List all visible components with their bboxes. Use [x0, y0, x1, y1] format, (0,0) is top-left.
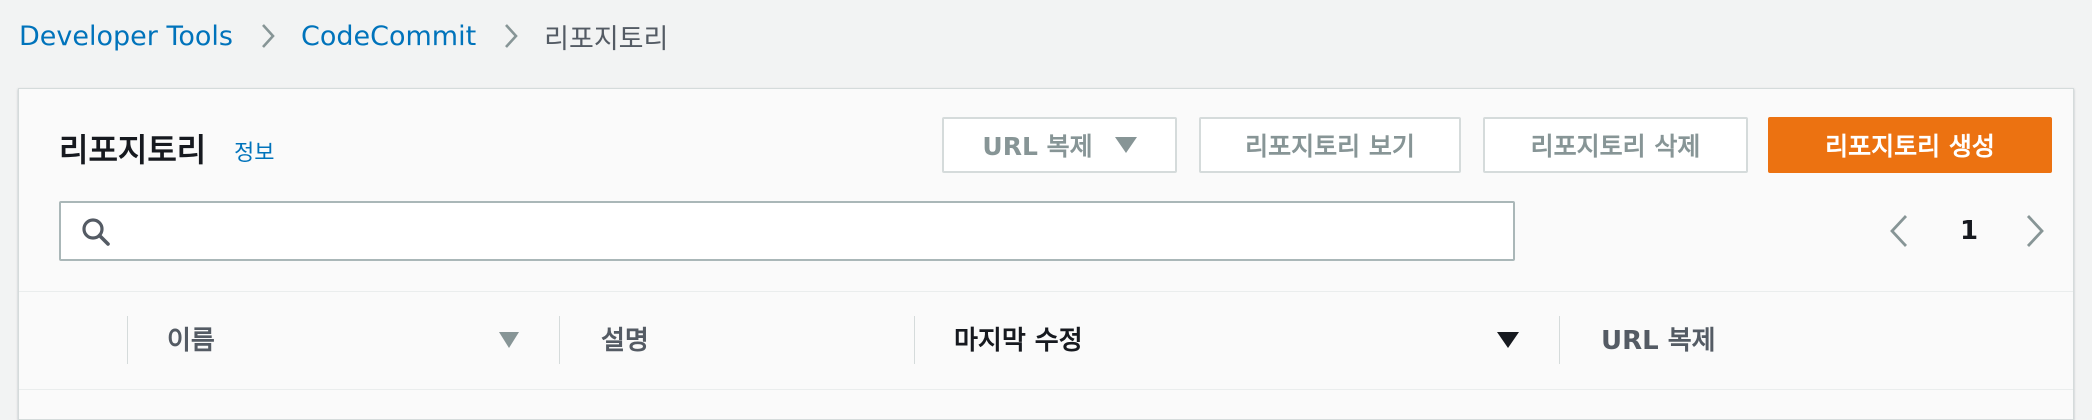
column-divider — [914, 316, 915, 364]
sort-icon[interactable] — [499, 332, 519, 352]
repositories-panel: 리포지토리 정보 URL 복제 리포지토리 보기 리포지토리 삭제 리포지토리 … — [18, 88, 2074, 420]
caret-down-icon — [1114, 137, 1137, 153]
column-header-clone-url: URL 복제 — [1601, 326, 1716, 356]
info-link[interactable]: 정보 — [234, 135, 274, 167]
column-divider — [1559, 316, 1560, 364]
chevron-right-icon — [504, 23, 518, 49]
breadcrumb: Developer Tools CodeCommit 리포지토리 — [19, 14, 668, 58]
table-header: 이름 설명 마지막 수정 URL 복제 — [19, 291, 2073, 390]
view-repository-button[interactable]: 리포지토리 보기 — [1199, 117, 1461, 173]
search-icon — [81, 217, 111, 251]
page-title: 리포지토리 — [59, 131, 207, 169]
chevron-right-icon — [261, 23, 275, 49]
search-field[interactable] — [59, 201, 1515, 261]
table-divider — [19, 389, 2073, 390]
next-page-button[interactable] — [2025, 213, 2045, 249]
create-repository-button[interactable]: 리포지토리 생성 — [1768, 117, 2052, 173]
column-header-description: 설명 — [601, 326, 649, 356]
breadcrumb-current: 리포지토리 — [544, 23, 669, 55]
clone-url-label: URL 복제 — [982, 132, 1093, 161]
breadcrumb-codecommit[interactable]: CodeCommit — [301, 21, 476, 52]
column-divider — [559, 316, 560, 364]
current-page-number[interactable]: 1 — [1954, 213, 1984, 249]
sort-descending-icon[interactable] — [1497, 332, 1519, 352]
previous-page-button[interactable] — [1889, 213, 1909, 249]
search-input[interactable] — [123, 209, 1497, 255]
column-header-name[interactable]: 이름 — [167, 320, 215, 357]
clone-url-dropdown-button[interactable]: URL 복제 — [942, 117, 1177, 173]
column-header-last-modified[interactable]: 마지막 수정 — [954, 320, 1083, 357]
breadcrumb-developer-tools[interactable]: Developer Tools — [19, 21, 233, 52]
column-divider — [127, 316, 128, 364]
delete-repository-button[interactable]: 리포지토리 삭제 — [1483, 117, 1748, 173]
